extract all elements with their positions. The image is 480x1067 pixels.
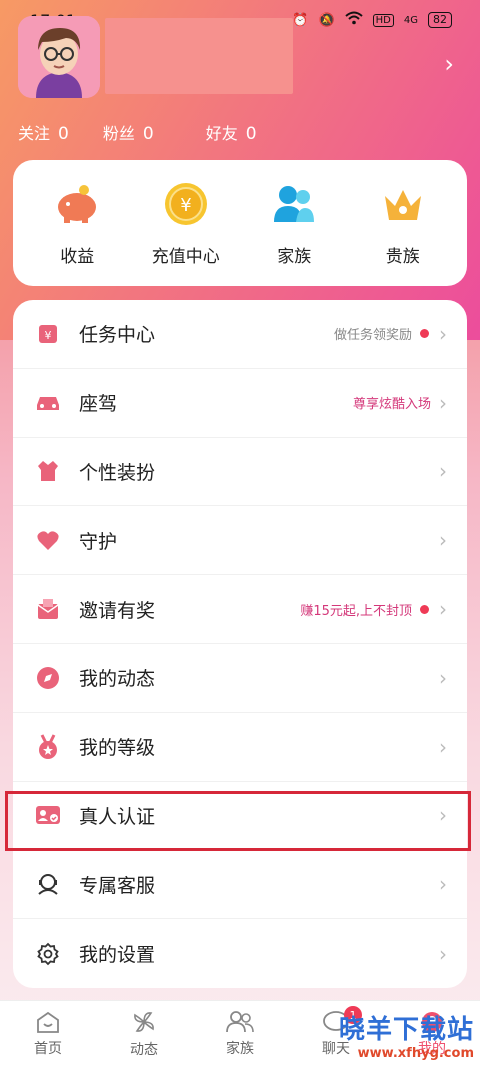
quick-action-label: 贵族 (385, 246, 420, 267)
piggy-bank-icon (53, 180, 101, 228)
id-card-icon (35, 802, 61, 828)
quick-action-label: 充值中心 (151, 246, 220, 267)
stat-value: 0 (58, 124, 69, 144)
username-redacted (105, 18, 293, 94)
stat-following[interactable]: 关注 0 (18, 120, 69, 144)
battery-indicator: 82 (428, 12, 452, 28)
tab-family[interactable]: 家族 (200, 1010, 280, 1058)
notification-dot (420, 329, 429, 339)
menu-item-real-name-verify[interactable]: 真人认证 › (13, 782, 467, 851)
menu-label: 真人认证 (79, 805, 156, 828)
menu-item-vehicle[interactable]: 座驾 尊享炫酷入场 › (13, 369, 467, 438)
quick-action-earnings[interactable]: 收益 (27, 180, 127, 267)
menu-label: 个性装扮 (79, 461, 156, 484)
headset-icon (35, 871, 61, 897)
stat-value: 0 (245, 124, 257, 144)
tab-label: 首页 (34, 1041, 62, 1057)
watermark-url: www.xfhyg.com (357, 1046, 474, 1061)
menu-label: 守护 (79, 530, 118, 553)
menu-item-my-level[interactable]: 我的等级 › (13, 713, 467, 782)
menu-label: 我的动态 (79, 668, 156, 691)
profile-chevron-icon[interactable]: › (444, 50, 454, 78)
alarm-icon: ⏰ (292, 12, 309, 28)
stat-label: 关注 (18, 124, 51, 143)
menu-item-outfit[interactable]: 个性装扮 › (13, 438, 467, 507)
chevron-right-icon: › (439, 734, 447, 759)
stat-label: 粉丝 (102, 124, 135, 143)
stat-label: 好友 (205, 124, 238, 143)
svg-text:¥: ¥ (45, 329, 52, 342)
stat-friends[interactable]: 好友 0 (206, 120, 257, 144)
mute-icon: 🔕 (318, 12, 335, 28)
quick-action-nobility[interactable]: 贵族 (353, 180, 453, 267)
menu-item-invite[interactable]: 邀请有奖 赚15元起,上不封顶 › (13, 575, 467, 644)
menu-label: 专属客服 (79, 874, 156, 897)
guard-heart-icon (35, 527, 61, 553)
home-icon (37, 1011, 59, 1033)
notification-dot (420, 604, 429, 614)
menu-label: 邀请有奖 (79, 599, 156, 622)
avatar[interactable] (18, 16, 100, 98)
menu-hint: 尊享炫酷入场 (352, 397, 431, 413)
menu-label: 我的等级 (79, 737, 156, 760)
profile-stats: 关注 0 粉丝 0 好友 0 (18, 120, 257, 144)
watermark: 晓羊下载站 www.xfhyg.com (339, 1009, 474, 1061)
chevron-right-icon: › (439, 941, 447, 966)
svg-text:¥: ¥ (180, 195, 191, 216)
menu-label: 座驾 (79, 393, 118, 416)
chevron-right-icon: › (439, 872, 447, 897)
quick-action-family[interactable]: 家族 (244, 180, 344, 267)
menu-item-my-moments[interactable]: 我的动态 › (13, 644, 467, 713)
chevron-right-icon: › (439, 597, 447, 622)
hd-label: HD (372, 13, 394, 27)
chevron-right-icon: › (439, 459, 447, 484)
tab-label: 动态 (130, 1042, 158, 1058)
invite-icon (35, 596, 61, 622)
quick-action-label: 家族 (277, 246, 312, 267)
menu-hint: 赚15元起,上不封顶 (300, 603, 412, 619)
tab-moments[interactable]: 动态 (104, 1009, 184, 1059)
watermark-title: 晓羊下载站 (338, 1015, 474, 1045)
chevron-right-icon: › (439, 665, 447, 690)
menu-label: 任务中心 (79, 324, 156, 347)
quick-actions-card: 收益 ¥ 充值中心 家族 贵族 (13, 160, 467, 286)
status-icons: ⏰ 🔕 HD 4G 82 (292, 11, 452, 29)
quick-action-label: 收益 (60, 246, 95, 267)
quick-action-recharge[interactable]: ¥ 充值中心 (136, 180, 236, 267)
menu-item-task-center[interactable]: ¥ 任务中心 做任务领奖励 › (13, 300, 467, 369)
family-icon (270, 180, 318, 228)
tab-home[interactable]: 首页 (8, 1010, 88, 1058)
chevron-right-icon: › (439, 390, 447, 415)
wifi-icon (344, 11, 363, 29)
chevron-right-icon: › (439, 321, 447, 346)
medal-icon (35, 734, 61, 760)
avatar-illustration (18, 16, 100, 98)
car-icon (35, 390, 61, 416)
menu-item-settings[interactable]: 我的设置 › (13, 919, 467, 988)
yuan-coin-icon: ¥ (162, 180, 210, 228)
stat-value: 0 (142, 124, 154, 144)
chevron-right-icon: › (439, 528, 447, 553)
menu-card: ¥ 任务中心 做任务领奖励 › 座驾 尊享炫酷入场 › 个性装扮 › 守护 › … (13, 300, 467, 988)
menu-hint: 做任务领奖励 (333, 328, 412, 344)
menu-label: 我的设置 (79, 944, 156, 967)
menu-item-customer-service[interactable]: 专属客服 › (13, 850, 467, 920)
compass-icon (35, 665, 61, 691)
crown-icon (379, 180, 427, 228)
network-label: 4G (403, 14, 418, 26)
outfit-icon (35, 458, 61, 484)
chevron-right-icon: › (439, 803, 447, 828)
stat-fans[interactable]: 粉丝 0 (103, 120, 154, 144)
menu-item-guard[interactable]: 守护 › (13, 506, 467, 576)
pinwheel-icon (134, 1012, 154, 1032)
task-icon: ¥ (35, 321, 61, 347)
tab-label: 家族 (226, 1041, 254, 1057)
settings-icon (35, 941, 61, 967)
family-tab-icon (226, 1011, 254, 1033)
